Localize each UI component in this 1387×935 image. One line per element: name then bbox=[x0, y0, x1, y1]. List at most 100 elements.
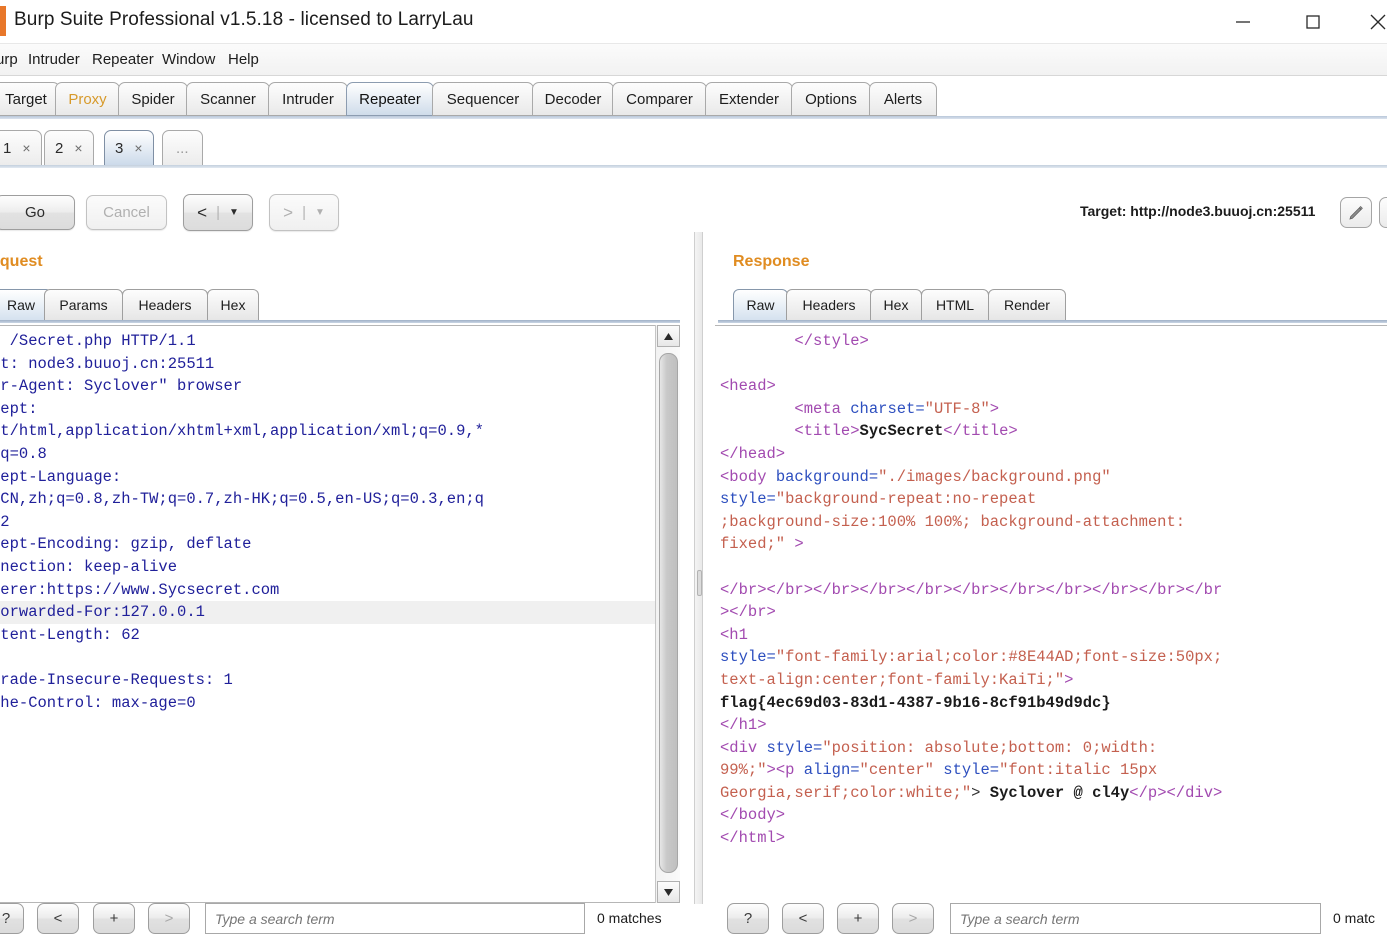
request-line: er-Agent: Syclover" browser bbox=[0, 375, 679, 398]
request-search-next-button[interactable]: > bbox=[148, 903, 190, 934]
burp-logo-icon bbox=[0, 6, 6, 36]
request-search-help-button[interactable]: ? bbox=[0, 903, 24, 934]
window-minimize-button[interactable] bbox=[1220, 0, 1266, 44]
forward-glyph: > bbox=[283, 203, 293, 223]
response-line: </body> bbox=[720, 804, 1387, 827]
main-tab-sequencer[interactable]: Sequencer bbox=[432, 82, 534, 116]
close-icon[interactable]: × bbox=[134, 140, 142, 156]
menu-item-intruder[interactable]: Intruder bbox=[28, 51, 80, 68]
response-line: <head> bbox=[720, 375, 1387, 398]
target-options-button[interactable] bbox=[1379, 197, 1387, 228]
cancel-button[interactable]: Cancel bbox=[86, 195, 167, 230]
response-tab-html[interactable]: HTML bbox=[921, 289, 989, 321]
response-line: <div style="position: absolute;bottom: 0… bbox=[720, 737, 1387, 760]
request-line: st: node3.buuoj.cn:25511 bbox=[0, 353, 679, 376]
edit-target-button[interactable] bbox=[1340, 197, 1372, 228]
window-maximize-button[interactable] bbox=[1290, 0, 1336, 44]
main-tab-proxy[interactable]: Proxy bbox=[55, 82, 120, 116]
response-token: "font-family:arial;color:#8E44AD;font-si… bbox=[776, 648, 1222, 666]
forward-button[interactable]: > | ▼ bbox=[269, 194, 339, 231]
response-tab-render[interactable]: Render bbox=[988, 289, 1066, 321]
scrollbar-thumb[interactable] bbox=[659, 353, 678, 873]
forward-caret-icon: ▼ bbox=[315, 207, 325, 218]
request-editor[interactable]: T /Secret.php HTTP/1.1st: node3.buuoj.cn… bbox=[0, 325, 680, 903]
request-match-count: 0 matches bbox=[597, 910, 662, 926]
close-icon[interactable]: × bbox=[74, 140, 82, 156]
response-token: 99%;" bbox=[720, 761, 767, 779]
response-token: <meta bbox=[794, 400, 850, 418]
panel-splitter[interactable] bbox=[694, 232, 703, 904]
response-search-help-button[interactable]: ? bbox=[727, 903, 769, 934]
response-tab-hex[interactable]: Hex bbox=[870, 289, 922, 321]
request-search-add-button[interactable]: + bbox=[93, 903, 135, 934]
repeater-tab-1[interactable]: 1× bbox=[0, 130, 42, 166]
request-line: cept-Language: bbox=[0, 466, 679, 489]
main-tab-extender[interactable]: Extender bbox=[705, 82, 793, 116]
response-token: ></br> bbox=[720, 603, 776, 621]
response-token bbox=[720, 400, 794, 418]
scroll-up-icon[interactable] bbox=[657, 325, 680, 347]
menu-item-help[interactable]: Help bbox=[228, 51, 259, 68]
splitter-grip[interactable] bbox=[697, 570, 702, 596]
back-button[interactable]: < | ▼ bbox=[183, 194, 253, 231]
main-tab-decoder[interactable]: Decoder bbox=[532, 82, 614, 116]
window-close-button[interactable] bbox=[1355, 0, 1387, 44]
request-line: ferer:https://www.Sycsecret.com bbox=[0, 579, 679, 602]
main-tab-target[interactable]: Target bbox=[0, 82, 60, 116]
response-line: </br></br></br></br></br></br></br></br>… bbox=[720, 579, 1387, 602]
main-tab-underline bbox=[0, 116, 1387, 119]
response-token: </title> bbox=[943, 422, 1017, 440]
response-tab-headers[interactable]: Headers bbox=[786, 289, 872, 321]
response-token: "position: absolute;bottom: 0;width: bbox=[822, 739, 1157, 757]
response-token: "./images/background.png" bbox=[878, 468, 1111, 486]
request-scrollbar[interactable] bbox=[655, 325, 680, 903]
request-line: ;q=0.8 bbox=[0, 443, 679, 466]
response-token: Georgia,serif;color:white;" bbox=[720, 784, 971, 802]
request-search-input[interactable] bbox=[205, 903, 585, 934]
main-tab-comparer[interactable]: Comparer bbox=[612, 82, 707, 116]
response-search-next-button[interactable]: > bbox=[892, 903, 934, 934]
menu-item-window[interactable]: Window bbox=[162, 51, 215, 68]
main-tab-scanner[interactable]: Scanner bbox=[186, 82, 270, 116]
response-token: </html> bbox=[720, 829, 785, 847]
request-line: cept-Encoding: gzip, deflate bbox=[0, 533, 679, 556]
response-token: <body bbox=[720, 468, 776, 486]
main-tab-strip: TargetProxySpiderScannerIntruderRepeater… bbox=[0, 76, 1387, 118]
response-search-prev-button[interactable]: < bbox=[782, 903, 824, 934]
response-token bbox=[934, 761, 943, 779]
response-token: </body> bbox=[720, 806, 785, 824]
response-search-input[interactable] bbox=[950, 903, 1321, 934]
request-search-prev-button[interactable]: < bbox=[37, 903, 79, 934]
response-token: </p></div> bbox=[1129, 784, 1222, 802]
go-button[interactable]: Go bbox=[0, 195, 75, 230]
request-tab-params[interactable]: Params bbox=[44, 289, 123, 321]
menu-item-repeater[interactable]: Repeater bbox=[92, 51, 154, 68]
scroll-down-icon[interactable] bbox=[657, 881, 680, 903]
response-editor[interactable]: </style> <head> <meta charset="UTF-8"> <… bbox=[715, 325, 1387, 903]
response-token: charset= bbox=[850, 400, 924, 418]
menu-item-urp[interactable]: urp bbox=[0, 51, 18, 68]
response-search-add-button[interactable]: + bbox=[837, 903, 879, 934]
response-line: </h1> bbox=[720, 714, 1387, 737]
response-token: style= bbox=[767, 739, 823, 757]
repeater-tab-3[interactable]: 3× bbox=[104, 130, 154, 166]
repeater-tab-label: ... bbox=[176, 140, 189, 157]
repeater-tab-2[interactable]: 2× bbox=[44, 130, 94, 166]
response-tab-raw[interactable]: Raw bbox=[733, 289, 788, 321]
request-tab-hex[interactable]: Hex bbox=[207, 289, 259, 321]
request-line: T /Secret.php HTTP/1.1 bbox=[0, 330, 679, 353]
back-caret-icon: ▼ bbox=[229, 207, 239, 218]
request-line: cept: bbox=[0, 398, 679, 421]
repeater-tab-more[interactable]: ... bbox=[162, 130, 203, 166]
window-title-bar: Burp Suite Professional v1.5.18 - licens… bbox=[0, 0, 1387, 44]
request-tab-headers[interactable]: Headers bbox=[122, 289, 208, 321]
repeater-tab-underline bbox=[0, 165, 1387, 168]
main-tab-alerts[interactable]: Alerts bbox=[869, 82, 937, 116]
main-tab-options[interactable]: Options bbox=[791, 82, 871, 116]
response-line: ></br> bbox=[720, 601, 1387, 624]
response-token: align= bbox=[804, 761, 860, 779]
main-tab-repeater[interactable]: Repeater bbox=[346, 82, 434, 116]
close-icon[interactable]: × bbox=[22, 140, 30, 156]
main-tab-spider[interactable]: Spider bbox=[118, 82, 188, 116]
main-tab-intruder[interactable]: Intruder bbox=[268, 82, 348, 116]
